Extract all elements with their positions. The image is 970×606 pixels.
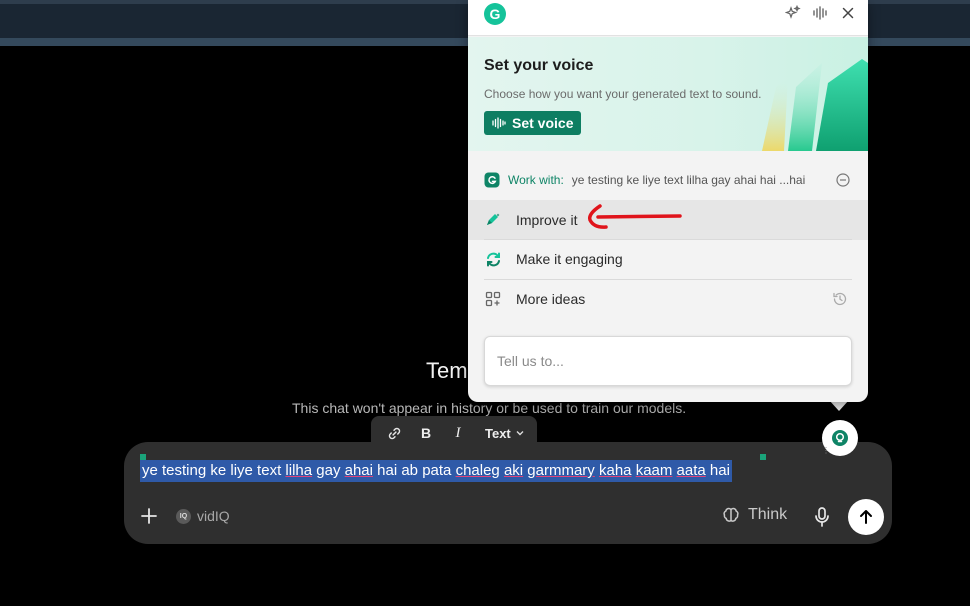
menu-item-make-it-engaging[interactable]: Make it engaging	[468, 239, 868, 279]
microphone-button[interactable]	[812, 506, 832, 533]
grammarly-panel: G Set your voice Choose how you want you…	[468, 0, 868, 402]
set-voice-title: Set your voice	[484, 57, 594, 74]
vidiq-label: vidIQ	[197, 508, 230, 524]
work-with-text: ye testing ke liye text lilha gay ahai h…	[571, 173, 806, 187]
set-voice-button[interactable]: Set voice	[484, 111, 582, 135]
text-segment: ye testing ke liye text	[142, 462, 286, 479]
arrow-up-icon	[860, 510, 872, 524]
selected-text[interactable]: ye testing ke liye text lilha gay ahai h…	[140, 460, 732, 482]
close-button[interactable]	[839, 4, 857, 22]
misspelled-word[interactable]: ahai	[345, 462, 373, 479]
brain-icon	[723, 507, 739, 522]
plus-icon	[141, 508, 157, 524]
misspelled-word[interactable]: chaleg	[456, 462, 500, 479]
chevron-down-icon	[516, 431, 524, 436]
lightbulb-icon	[832, 430, 848, 446]
microphone-icon	[815, 507, 829, 527]
misspelled-word[interactable]: lilha	[285, 462, 312, 479]
sparkle-button[interactable]	[784, 4, 802, 22]
set-voice-card: Set your voice Choose how you want your …	[468, 37, 868, 151]
refresh-icon	[484, 250, 502, 268]
grammarly-logo-icon: G	[484, 3, 506, 25]
text-segment: gay	[312, 462, 345, 479]
work-with-row: Work with: ye testing ke liye text lilha…	[468, 160, 868, 200]
vidiq-button[interactable]: IQ vidIQ	[176, 508, 230, 524]
history-icon	[833, 292, 847, 306]
misspelled-word[interactable]: kaam	[636, 462, 673, 479]
close-icon	[842, 7, 854, 19]
text-segment: hai	[705, 462, 730, 479]
temporary-chat-title: Tem	[426, 358, 468, 383]
history-button[interactable]	[832, 291, 848, 310]
remove-selection-button[interactable]	[836, 173, 850, 190]
temporary-chat-subtitle: This chat won't appear in history or be …	[292, 400, 687, 416]
grid-plus-icon	[484, 290, 502, 308]
minus-circle-icon	[836, 173, 850, 187]
attach-button[interactable]	[140, 506, 158, 530]
misspelled-word[interactable]: kaha	[599, 462, 632, 479]
menu-item-label: Improve it	[516, 212, 578, 228]
sound-wave-icon	[813, 6, 827, 20]
pencil-sparkle-icon	[484, 211, 502, 229]
sound-wave-icon	[492, 117, 506, 129]
link-icon	[388, 427, 400, 439]
work-with-label: Work with:	[508, 173, 564, 187]
menu-item-more-ideas[interactable]: More ideas	[468, 279, 868, 319]
panel-header: G	[468, 0, 868, 36]
selection-handle-end[interactable]	[760, 454, 766, 460]
red-arrow-annotation	[587, 204, 682, 229]
menu-item-label: Make it engaging	[516, 251, 623, 267]
send-button[interactable]	[848, 499, 884, 535]
voice-settings-button[interactable]	[811, 4, 829, 22]
misspelled-word[interactable]: aata	[677, 462, 706, 479]
menu-item-label: More ideas	[516, 291, 586, 307]
text-style-label: Text	[485, 425, 511, 441]
text-segment: hai ab pata	[372, 462, 456, 479]
grammarly-handle-icon[interactable]: ⋮	[822, 446, 830, 455]
misspelled-word[interactable]: aki	[504, 462, 523, 479]
grammarly-text-icon	[484, 172, 500, 188]
sparkle-icon	[785, 5, 801, 19]
think-button[interactable]: Think	[722, 506, 787, 524]
set-voice-label: Set voice	[512, 115, 574, 131]
tell-us-input[interactable]	[484, 336, 852, 386]
set-voice-description: Choose how you want your generated text …	[484, 87, 762, 101]
vidiq-logo-icon: IQ	[176, 508, 191, 524]
chat-composer[interactable]: ye testing ke liye text lilha gay ahai h…	[124, 442, 892, 544]
misspelled-word[interactable]: garmmary	[527, 462, 595, 479]
think-label: Think	[748, 506, 788, 523]
voice-card-decoration	[762, 59, 868, 151]
